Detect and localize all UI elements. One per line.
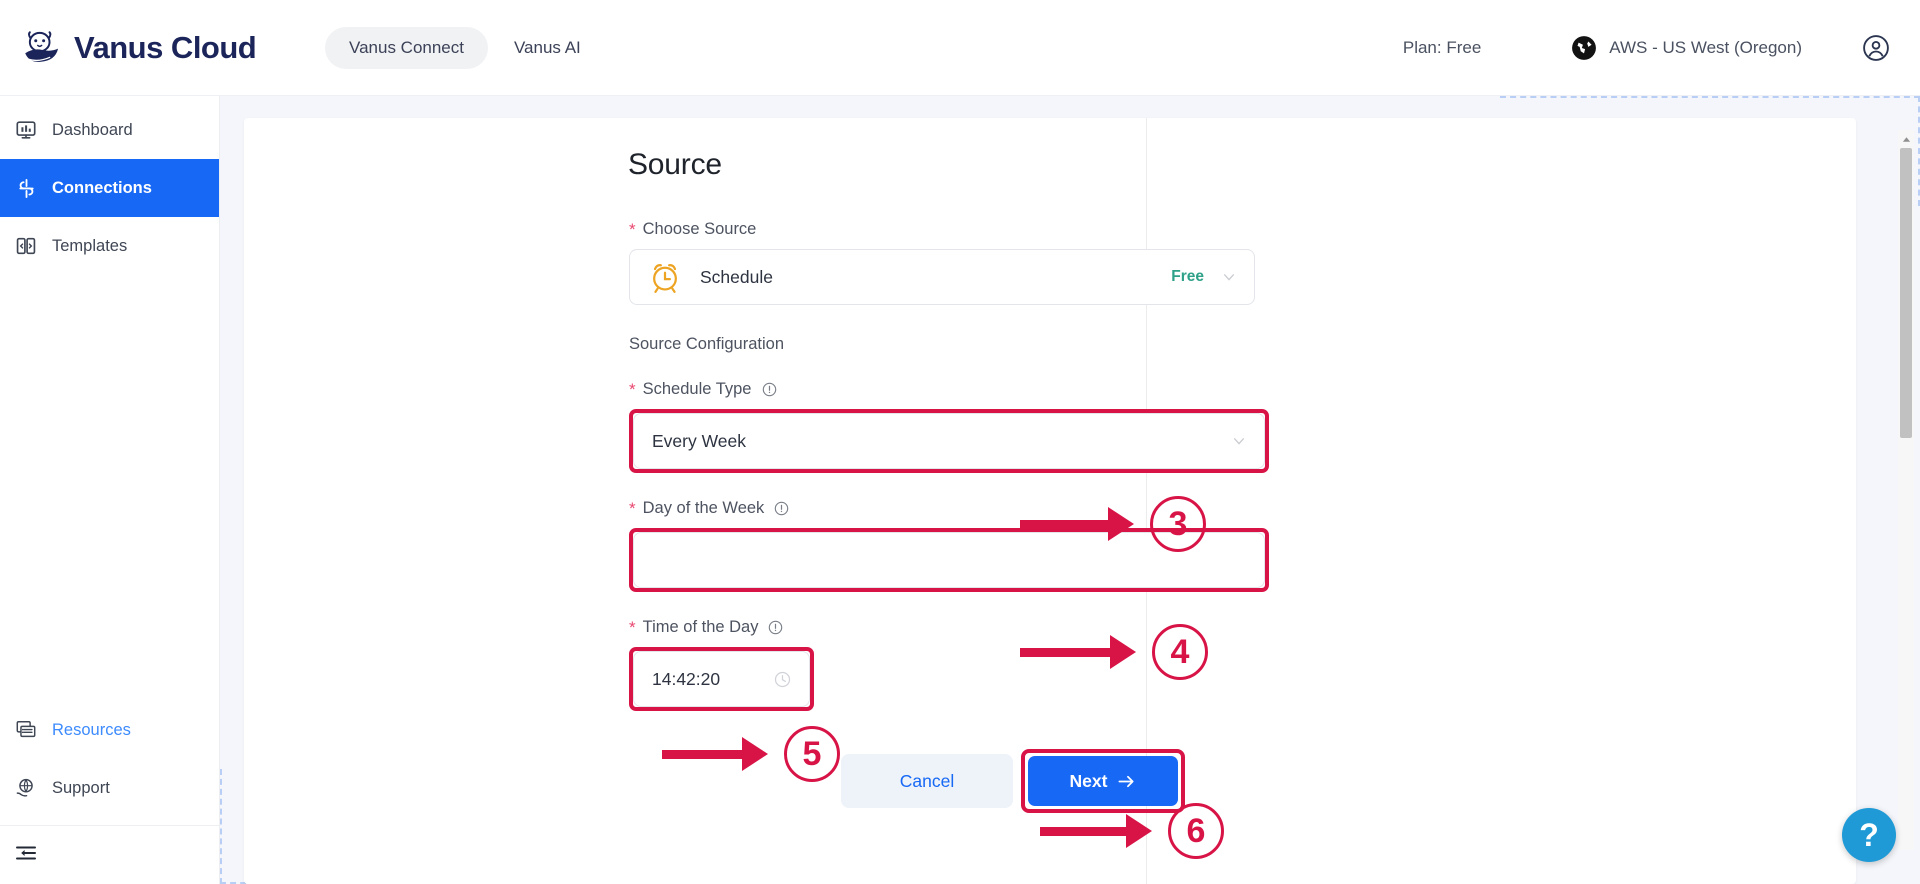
schedule-type-label: * Schedule Type [629,380,1269,399]
day-of-week-label: * Day of the Week [629,499,1269,518]
chevron-down-icon [1233,438,1245,445]
top-right-cluster: Plan: Free AWS - US West (Oregon) [1403,34,1920,62]
choose-source-label: * Choose Source [629,220,1269,239]
plan-label: Plan: Free [1402,37,1482,57]
sidebar: Dashboard Connections Templates Resource… [0,96,220,884]
required-asterisk: * [629,380,636,399]
sidebar-primary-nav: Dashboard Connections Templates [0,101,219,275]
alarm-clock-icon [653,264,677,293]
arrow-right-icon [1118,775,1134,787]
day-of-week-highlight [629,528,1269,592]
top-nav: Vanus Connect Vanus AI [325,26,599,69]
source-plan-badge: Free [1171,268,1204,285]
connections-icon [14,176,38,200]
content-canvas: Source * Choose Source Schedule Free Sou… [220,96,1920,884]
field-time-of-day: * Time of the Day 14:42:20 [629,618,1269,711]
help-button[interactable]: ? [1842,808,1896,862]
question-mark-icon: ? [1859,816,1879,853]
top-header-bar: Vanus Cloud Vanus Connect Vanus AI Plan:… [0,0,1920,96]
sidebar-item-support[interactable]: Support [0,759,219,817]
day-of-week-select[interactable] [633,532,1265,588]
source-step-panel: Source * Choose Source Schedule Free Sou… [244,118,1856,884]
sidebar-item-resources[interactable]: Resources [0,701,219,759]
source-configuration-label: Source Configuration [629,335,785,353]
required-asterisk: * [629,220,636,239]
required-asterisk: * [629,499,636,518]
field-label-text: Time of the Day [642,618,759,636]
tab-vanus-connect[interactable]: Vanus Connect [325,26,488,69]
field-schedule-type: * Schedule Type Every Week [629,380,1269,473]
field-day-of-week: * Day of the Week [629,499,1269,592]
chevron-down-icon [1223,274,1235,281]
resources-list-icon [14,718,38,742]
collapse-sidebar-icon [14,841,38,870]
field-label-text: Choose Source [642,220,757,238]
field-label-text: Day of the Week [642,499,765,517]
globe-icon [1572,35,1597,60]
field-label-text: Schedule Type [642,380,752,398]
sidebar-item-label: Support [52,778,110,797]
sidebar-item-label: Connections [52,178,152,197]
templates-icon [14,234,38,258]
info-circle-icon[interactable] [762,382,777,397]
page-title: Source [628,148,722,181]
next-button[interactable]: Next [1028,756,1178,806]
region-selector[interactable]: AWS - US West (Oregon) [1571,35,1802,61]
choose-source-select[interactable]: Schedule Free [629,249,1255,305]
sidebar-item-dashboard[interactable]: Dashboard [0,101,219,159]
sidebar-item-connections[interactable]: Connections [0,159,219,217]
sidebar-item-templates[interactable]: Templates [0,217,219,275]
cancel-button[interactable]: Cancel [841,754,1013,808]
scrollbar-thumb[interactable] [1900,148,1912,438]
next-button-highlight: Next [1021,749,1185,813]
sidebar-item-label: Resources [52,720,131,739]
monitor-chart-icon [14,118,38,142]
globe-hand-icon [14,776,38,800]
source-form: Source * Choose Source Schedule Free Sou… [628,148,1269,813]
choose-source-value: Schedule [700,266,773,287]
info-circle-icon[interactable] [768,620,783,635]
sidebar-item-label: Templates [52,236,128,255]
info-circle-icon[interactable] [774,501,789,516]
brand[interactable]: Vanus Cloud [20,27,270,69]
sidebar-collapse-button[interactable] [0,826,219,884]
required-asterisk: * [629,618,636,637]
region-label: AWS - US West (Oregon) [1609,37,1802,57]
schedule-type-highlight: Every Week [629,409,1269,473]
time-of-day-value: 14:42:20 [652,668,721,689]
app-root: Vanus Cloud Vanus Connect Vanus AI Plan:… [0,0,1920,884]
schedule-type-select[interactable]: Every Week [633,413,1265,469]
time-of-day-input[interactable]: 14:42:20 [633,651,810,707]
schedule-type-value: Every Week [652,430,747,451]
sidebar-secondary-nav: Resources Support [0,701,219,884]
time-of-day-label: * Time of the Day [629,618,1269,637]
sidebar-item-label: Dashboard [52,120,133,139]
next-button-label: Next [1069,770,1108,791]
clock-icon [774,671,791,687]
brand-name: Vanus Cloud [74,29,257,65]
form-actions: Cancel Next [841,749,1269,813]
scroll-up-arrow-icon[interactable] [1898,130,1914,148]
tab-vanus-ai[interactable]: Vanus AI [496,27,599,69]
panel-scrollbar[interactable] [1898,130,1914,850]
time-of-day-highlight: 14:42:20 [629,647,814,711]
seal-logo-icon [25,30,59,62]
user-circle-icon[interactable] [1862,34,1890,62]
